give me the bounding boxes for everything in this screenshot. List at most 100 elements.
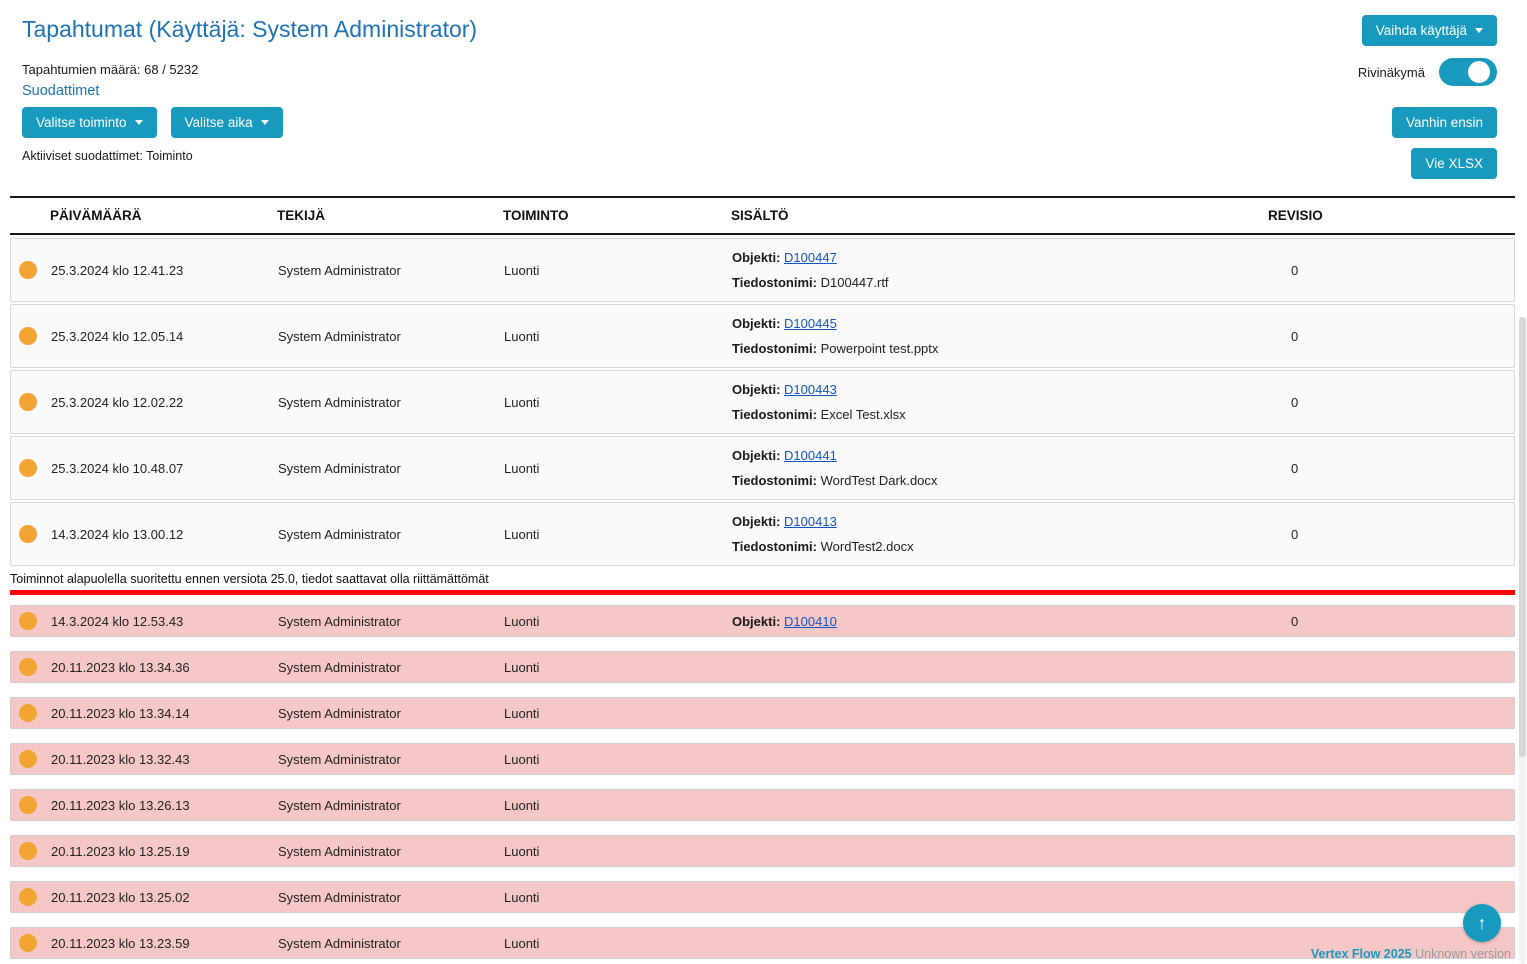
revision-cell	[1269, 665, 1514, 669]
date-cell: 25.3.2024 klo 12.02.22	[51, 393, 278, 412]
author-cell: System Administrator	[278, 934, 504, 953]
table-row: 20.11.2023 klo 13.25.19 System Administr…	[10, 835, 1515, 867]
table-row: 25.3.2024 klo 12.41.23 System Administra…	[10, 238, 1515, 302]
column-header-revision: REVISIO	[1268, 206, 1515, 225]
oldest-first-button[interactable]: Vanhin ensin	[1392, 107, 1497, 138]
legacy-warning-text: Toiminnot alapuolella suoritettu ennen v…	[10, 572, 1515, 586]
content-cell	[732, 665, 1269, 669]
row-icon-cell	[11, 259, 51, 281]
event-rows-current: 25.3.2024 klo 12.41.23 System Administra…	[10, 238, 1515, 566]
filename-value: Excel Test.xlsx	[821, 407, 906, 422]
export-xlsx-button[interactable]: Vie XLSX	[1411, 148, 1497, 179]
content-cell	[732, 849, 1269, 853]
page-title: Tapahtumat (Käyttäjä: System Administrat…	[22, 16, 477, 43]
date-cell: 14.3.2024 klo 13.00.12	[51, 525, 278, 544]
select-time-button[interactable]: Valitse aika	[171, 107, 283, 138]
revision-cell: 0	[1269, 459, 1514, 478]
filename-label: Tiedostonimi:	[732, 473, 817, 488]
column-header-icon	[10, 206, 50, 225]
change-user-button[interactable]: Vaihda käyttäjä	[1362, 15, 1497, 46]
event-status-icon	[19, 393, 37, 411]
object-label: Objekti:	[732, 382, 780, 397]
action-cell: Luonti	[504, 934, 732, 953]
row-icon-cell	[11, 932, 51, 954]
filename-label: Tiedostonimi:	[732, 275, 817, 290]
author-cell: System Administrator	[278, 459, 504, 478]
row-icon-cell	[11, 702, 51, 724]
author-cell: System Administrator	[278, 750, 504, 769]
event-status-icon	[19, 327, 37, 345]
content-cell	[732, 803, 1269, 807]
content-cell: Objekti: D100413 Tiedostonimi: WordTest2…	[732, 512, 1269, 556]
filter-buttons: Valitse toiminto Valitse aika	[22, 107, 283, 138]
object-link[interactable]: D100413	[784, 514, 837, 529]
content-cell	[732, 895, 1269, 899]
date-cell: 14.3.2024 klo 12.53.43	[51, 612, 278, 631]
object-line: Objekti: D100410	[732, 614, 1263, 629]
date-cell: 25.3.2024 klo 12.41.23	[51, 261, 278, 280]
column-header-action: TOIMINTO	[503, 206, 731, 225]
row-icon-cell	[11, 391, 51, 413]
filters-link[interactable]: Suodattimet	[22, 83, 99, 99]
content-cell	[732, 941, 1269, 945]
revision-cell	[1269, 849, 1514, 853]
date-cell: 20.11.2023 klo 13.26.13	[51, 796, 278, 815]
scrollbar-thumb[interactable]	[1519, 317, 1526, 757]
select-time-label: Valitse aika	[185, 115, 253, 130]
author-cell: System Administrator	[278, 888, 504, 907]
arrow-up-icon: ↑	[1478, 913, 1487, 933]
author-cell: System Administrator	[278, 704, 504, 723]
revision-cell: 0	[1269, 327, 1514, 346]
event-status-icon	[19, 459, 37, 477]
content-cell	[732, 757, 1269, 761]
toggle-knob	[1468, 61, 1490, 83]
author-cell: System Administrator	[278, 327, 504, 346]
column-header-content: SISÄLTÖ	[731, 206, 1268, 225]
legacy-divider	[10, 590, 1515, 595]
object-label: Objekti:	[732, 514, 780, 529]
object-link[interactable]: D100447	[784, 250, 837, 265]
object-link[interactable]: D100443	[784, 382, 837, 397]
object-link[interactable]: D100441	[784, 448, 837, 463]
scroll-to-top-button[interactable]: ↑	[1463, 904, 1501, 942]
filename-value: WordTest2.docx	[821, 539, 914, 554]
revision-cell	[1269, 803, 1514, 807]
author-cell: System Administrator	[278, 612, 504, 631]
object-link[interactable]: D100410	[784, 614, 837, 629]
action-cell: Luonti	[504, 261, 732, 280]
object-link[interactable]: D100445	[784, 316, 837, 331]
revision-cell: 0	[1269, 612, 1514, 631]
row-view-control: Rivinäkymä	[1358, 58, 1497, 86]
scrollbar[interactable]	[1519, 317, 1526, 964]
file-line: Tiedostonimi: Excel Test.xlsx	[732, 407, 1263, 422]
object-line: Objekti: D100445	[732, 316, 1263, 331]
footer-version: Vertex Flow 2025 Unknown version	[1311, 947, 1511, 961]
export-xlsx-label: Vie XLSX	[1425, 156, 1483, 171]
file-line: Tiedostonimi: WordTest2.docx	[732, 539, 1263, 554]
row-view-toggle[interactable]	[1439, 58, 1497, 86]
row-icon-cell	[11, 325, 51, 347]
content-cell: Objekti: D100445 Tiedostonimi: Powerpoin…	[732, 314, 1269, 358]
filename-value: Powerpoint test.pptx	[821, 341, 939, 356]
action-cell: Luonti	[504, 459, 732, 478]
content-cell: Objekti: D100410	[732, 612, 1269, 631]
event-status-icon	[19, 704, 37, 722]
date-cell: 25.3.2024 klo 12.05.14	[51, 327, 278, 346]
date-cell: 20.11.2023 klo 13.25.02	[51, 888, 278, 907]
author-cell: System Administrator	[278, 796, 504, 815]
select-action-label: Valitse toiminto	[36, 115, 127, 130]
author-cell: System Administrator	[278, 525, 504, 544]
action-cell: Luonti	[504, 525, 732, 544]
date-cell: 20.11.2023 klo 13.34.14	[51, 704, 278, 723]
row-icon-cell	[11, 886, 51, 908]
action-cell: Luonti	[504, 842, 732, 861]
author-cell: System Administrator	[278, 261, 504, 280]
table-row: 20.11.2023 klo 13.34.36 System Administr…	[10, 651, 1515, 683]
date-cell: 20.11.2023 klo 13.32.43	[51, 750, 278, 769]
row-icon-cell	[11, 840, 51, 862]
column-header-author: TEKIJÄ	[277, 206, 503, 225]
select-action-button[interactable]: Valitse toiminto	[22, 107, 157, 138]
action-cell: Luonti	[504, 327, 732, 346]
active-filters-label: Aktiiviset suodattimet: Toiminto	[22, 149, 193, 163]
action-cell: Luonti	[504, 393, 732, 412]
